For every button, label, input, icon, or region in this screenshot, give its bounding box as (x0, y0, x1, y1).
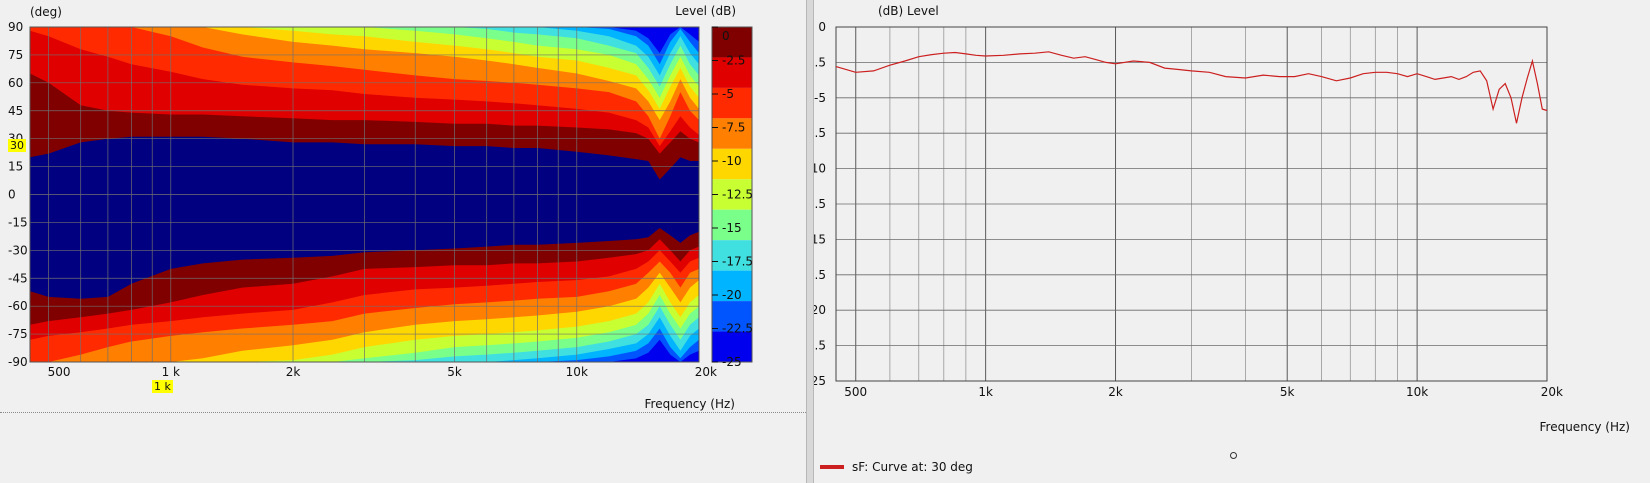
line-x-tick-label: 2k (1108, 385, 1123, 399)
line-y-tick-label: -22.5 (814, 339, 826, 353)
heatmap-x-tick-label: 5k (447, 365, 462, 379)
line-y-tick-label: 0 (818, 20, 826, 34)
heatmap-y-tick-label: 60 (8, 76, 23, 90)
handle-dot-icon[interactable] (1230, 452, 1237, 459)
heatmap-x-tick-label: 20k (695, 365, 717, 379)
line-x-tick-labels: 500 1k 2k 5k 10k 20k (844, 385, 1563, 399)
line-y-tick-label: -20 (814, 303, 826, 317)
line-y-tick-label: -25 (814, 374, 826, 388)
heatmap-y-tick-label: 0 (8, 188, 16, 202)
heatmap-frequency-title: Frequency (Hz) (645, 397, 736, 411)
colorbar-tick-label: -2.5 (722, 54, 745, 68)
colorbar-tick-label: -7.5 (722, 121, 745, 135)
curve-panel: 0 -2.5 -5 -7.5 -10 -12.5 -15 -17.5 -20 -22.5 -25 5… (795, 0, 1650, 483)
heatmap-y-tick-label: -15 (8, 215, 28, 229)
heatmap-y-tick-label: -30 (8, 243, 28, 257)
heatmap-y-tick-label: 75 (8, 48, 23, 62)
heatmap-level-title: Level (dB) (675, 4, 736, 18)
line-y-tick-labels: 0 -2.5 -5 -7.5 -10 -12.5 -15 -17.5 -20 -22.5 -25 (795, 20, 826, 388)
heatmap-y-tick-label: 45 (8, 104, 23, 118)
frequency-marker[interactable]: 1 k (152, 380, 173, 393)
line-x-tick-label: 10k (1406, 385, 1428, 399)
angle-marker[interactable]: 30 (8, 139, 26, 152)
heatmap-y-tick-label: 90 (8, 20, 23, 34)
colorbar-tick-label: -15 (722, 221, 742, 235)
colorbar-tick-label: -5 (722, 87, 734, 101)
colorbar: 0 -2.5 -5 -7.5 -10 -12.5 -15 -17.5 -20 -22.5 -25 (711, 26, 753, 369)
heatmap-y-tick-label: -75 (8, 327, 28, 341)
panel-splitter[interactable] (806, 0, 814, 483)
polar-map-panel: 90 75 60 45 30 15 0 -15 -30 -45 -60 -75 -90 500 1 k 2k… (0, 0, 806, 483)
heatmap-y-unit: (deg) (30, 5, 62, 19)
heatmap-x-tick-labels: 500 1 k 2k 5k 10k 20k (48, 365, 717, 379)
line-y-tick-label: -10 (814, 162, 826, 176)
line-x-tick-label: 500 (844, 385, 867, 399)
colorbar-tick-label: -20 (722, 288, 742, 302)
line-y-tick-label: -2.5 (814, 55, 826, 69)
line-x-tick-label: 5k (1280, 385, 1295, 399)
line-y-tick-label: -12.5 (814, 197, 826, 211)
line-y-tick-label: -7.5 (814, 126, 826, 140)
line-y-tick-label: -15 (814, 232, 826, 246)
heatmap-x-tick-label: 2k (286, 365, 301, 379)
heatmap-x-tick-label: 1 k (162, 365, 180, 379)
colorbar-tick-label: -12.5 (722, 188, 753, 202)
heatmap-y-tick-label: -60 (8, 299, 28, 313)
line-x-tick-label: 20k (1541, 385, 1563, 399)
colorbar-tick-label: -10 (722, 154, 742, 168)
legend-swatch (820, 465, 844, 469)
colorbar-tick-label: 0 (722, 29, 730, 43)
heatmap-y-tick-labels: 90 75 60 45 30 15 0 -15 -30 -45 -60 -75 -90 (8, 20, 28, 369)
colorbar-tick-label: -25 (722, 355, 742, 369)
line-y-tick-label: -5 (814, 91, 826, 105)
heatmap-y-tick-label: -45 (8, 271, 28, 285)
polar-heatmap-chart: 90 75 60 45 30 15 0 -15 -30 -45 -60 -75 -90 500 1 k 2k… (8, 4, 753, 411)
legend-label: sF: Curve at: 30 deg (852, 460, 973, 474)
legend: sF: Curve at: 30 deg (820, 459, 973, 475)
heatmap-y-tick-label: -90 (8, 355, 28, 369)
frequency-response-chart: 0 -2.5 -5 -7.5 -10 -12.5 -15 -17.5 -20 -22.5 -25 5… (795, 4, 1631, 434)
line-x-tick-label: 1k (978, 385, 993, 399)
panel-divider (0, 412, 806, 413)
line-y-title: (dB) Level (878, 4, 939, 18)
line-y-tick-label: -17.5 (814, 268, 826, 282)
line-frequency-title: Frequency (Hz) (1540, 420, 1631, 434)
colorbar-tick-label: -22.5 (722, 322, 753, 336)
colorbar-tick-label: -17.5 (722, 255, 753, 269)
line-grid (835, 26, 1548, 382)
heatmap-x-tick-label: 10k (566, 365, 588, 379)
heatmap-y-tick-label: 15 (8, 160, 23, 174)
heatmap-x-tick-label: 500 (48, 365, 71, 379)
